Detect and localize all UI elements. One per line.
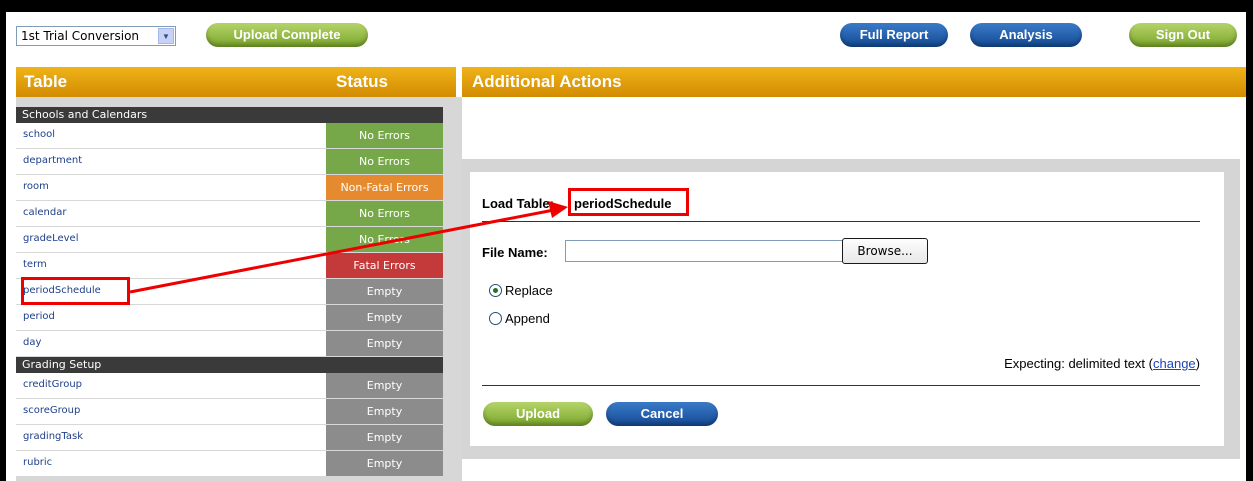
app-frame: 1st Trial Conversion ▼ Upload Complete F… [6,12,1246,481]
arrow-icon [129,201,568,294]
